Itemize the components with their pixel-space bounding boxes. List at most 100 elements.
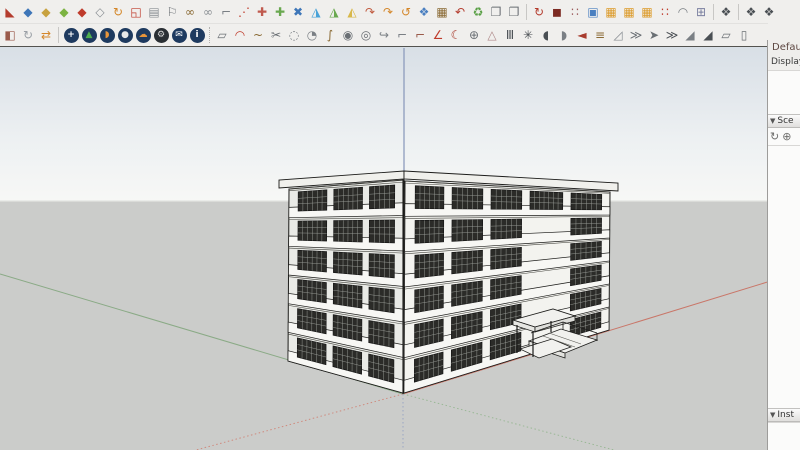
- rocks-1-icon[interactable]: ❖: [717, 1, 735, 22]
- corner-lines-icon[interactable]: ⌐: [393, 25, 411, 46]
- grid-orange-3-icon[interactable]: ▦: [638, 1, 656, 22]
- section-header-instructor[interactable]: ▼ Inst: [768, 408, 800, 422]
- arc-red-icon[interactable]: ↷: [361, 1, 379, 22]
- plane-arrow-icon[interactable]: ➤: [645, 25, 663, 46]
- ribbon-curve-icon[interactable]: ∫: [321, 25, 339, 46]
- x-blue-icon[interactable]: ✖: [289, 1, 307, 22]
- loop-orange-icon[interactable]: ↺: [397, 1, 415, 22]
- drop-green-icon[interactable]: ◮: [325, 1, 343, 22]
- add-scene-icon[interactable]: ⊕: [782, 130, 791, 143]
- recycle-green-icon[interactable]: ♻: [469, 1, 487, 22]
- angle-red-icon[interactable]: ∠: [429, 25, 447, 46]
- reload-red-icon[interactable]: ↻: [530, 1, 548, 22]
- eye-icon[interactable]: ◉: [339, 25, 357, 46]
- wire-bend-icon[interactable]: ⌐: [217, 1, 235, 22]
- plane-red-icon[interactable]: ◆: [73, 1, 91, 22]
- panel-lines-icon[interactable]: ▤: [145, 1, 163, 22]
- collapse-arrow-icon[interactable]: ▼: [770, 411, 775, 419]
- orange-swirl-icon[interactable]: ↻: [109, 1, 127, 22]
- add-circle-icon[interactable]: +: [62, 25, 80, 46]
- bird-arrow-1-icon[interactable]: ≫: [627, 25, 645, 46]
- ramp-gray-icon[interactable]: ◢: [681, 25, 699, 46]
- plus-green-icon[interactable]: ✚: [271, 1, 289, 22]
- lasso-icon[interactable]: ◌: [285, 25, 303, 46]
- crescent-red-icon[interactable]: ☾: [447, 25, 465, 46]
- undo-red-icon[interactable]: ↶: [451, 1, 469, 22]
- hook-arrow-icon[interactable]: ↪: [375, 25, 393, 46]
- toolbar-separator: [209, 27, 210, 43]
- shape-outline-icon[interactable]: ◔: [303, 25, 321, 46]
- leaf-outline-icon[interactable]: ◗: [555, 25, 573, 46]
- toolbar-separator: [738, 3, 739, 20]
- plane-green-icon[interactable]: ◆: [55, 1, 73, 22]
- globe-frame-icon[interactable]: ⊕: [465, 25, 483, 46]
- section-header-scenes[interactable]: ▼ Sce: [768, 114, 800, 128]
- feathers-icon[interactable]: ≡: [591, 25, 609, 46]
- cone-outline-icon[interactable]: △: [483, 25, 501, 46]
- grid-orange-2-icon[interactable]: ▦: [620, 1, 638, 22]
- viewport-canvas[interactable]: [0, 47, 767, 450]
- wedge-light-icon[interactable]: ◿: [609, 25, 627, 46]
- component-swap-1-icon[interactable]: ❐: [487, 1, 505, 22]
- scenes-section-label: Sce: [777, 116, 794, 126]
- plan-outline-icon[interactable]: ▱: [213, 25, 231, 46]
- scenes-list-area[interactable]: [768, 145, 800, 408]
- rocks-2-icon[interactable]: ❖: [742, 1, 760, 22]
- info-icon[interactable]: i: [188, 25, 206, 46]
- plus-red-icon[interactable]: ✚: [253, 1, 271, 22]
- arc-gray-icon[interactable]: ◠: [674, 1, 692, 22]
- mask-brown-icon[interactable]: ∞: [181, 1, 199, 22]
- toolbar-separator: [58, 27, 59, 43]
- drop-blue-icon[interactable]: ◮: [307, 1, 325, 22]
- warn-triangle-icon[interactable]: ◭: [343, 1, 361, 22]
- atoms-icon[interactable]: ∷: [566, 1, 584, 22]
- flag-icon[interactable]: ⚐: [163, 1, 181, 22]
- gears-icon[interactable]: ⚙: [152, 25, 170, 46]
- crate-brown-icon[interactable]: ▦: [433, 1, 451, 22]
- partial-tool-icon[interactable]: ◧: [1, 25, 19, 46]
- rocks-3-icon[interactable]: ❖: [760, 1, 778, 22]
- section-fill-icon[interactable]: ◱: [127, 1, 145, 22]
- update-scenes-icon[interactable]: ↻: [770, 130, 779, 143]
- bezier-red-icon[interactable]: ◠: [231, 25, 249, 46]
- binoculars-icon[interactable]: ◎: [357, 25, 375, 46]
- instructor-section-label: Inst: [777, 410, 794, 420]
- bird-arrow-2-icon[interactable]: ≫: [663, 25, 681, 46]
- poly-outline-1-icon[interactable]: ▱: [717, 25, 735, 46]
- plane-blue-icon[interactable]: ◆: [19, 1, 37, 22]
- sync-arrows-icon[interactable]: ↻: [19, 25, 37, 46]
- paint-partial-icon[interactable]: ◣: [1, 1, 19, 22]
- freehand-curve-icon[interactable]: ~: [249, 25, 267, 46]
- wire-box-icon[interactable]: ▣: [584, 1, 602, 22]
- mail-icon[interactable]: ✉: [170, 25, 188, 46]
- hand-ball-icon[interactable]: ◖: [537, 25, 555, 46]
- arc-orange-icon[interactable]: ↷: [379, 1, 397, 22]
- grid-orange-1-icon[interactable]: ▦: [602, 1, 620, 22]
- columns-icon[interactable]: Ⅲ: [501, 25, 519, 46]
- corner-red-icon[interactable]: ⌐: [411, 25, 429, 46]
- checker-sphere-icon[interactable]: ●: [116, 25, 134, 46]
- cloud-upload-icon[interactable]: ☁: [134, 25, 152, 46]
- toolbar-separator: [526, 3, 527, 20]
- flower-3d-icon[interactable]: ✳: [519, 25, 537, 46]
- move-4way-icon[interactable]: ❖: [415, 1, 433, 22]
- poly-outline-2-icon[interactable]: ▯: [735, 25, 753, 46]
- wedge-dark-icon[interactable]: ◢: [699, 25, 717, 46]
- glasses-gray-icon[interactable]: ∞: [199, 1, 217, 22]
- points-red-icon[interactable]: ∷: [656, 1, 674, 22]
- arrow-red-icon[interactable]: ◄: [573, 25, 591, 46]
- collapse-arrow-icon[interactable]: ▼: [770, 117, 775, 125]
- plane-outline-icon[interactable]: ◇: [91, 1, 109, 22]
- toolbar-separator: [713, 3, 714, 20]
- curve-dots-icon[interactable]: ⋰: [235, 1, 253, 22]
- terrain-layers-icon[interactable]: ◗: [98, 25, 116, 46]
- knife-icon[interactable]: ✂: [267, 25, 285, 46]
- box-darkred-icon[interactable]: ◼: [548, 1, 566, 22]
- component-swap-2-icon[interactable]: ❐: [505, 1, 523, 22]
- tray-title: Default: [772, 42, 800, 53]
- grid-cubes-icon[interactable]: ⊞: [692, 1, 710, 22]
- swap-arrows-icon[interactable]: ⇄: [37, 25, 55, 46]
- tree-icon[interactable]: ▲: [80, 25, 98, 46]
- plane-tan-icon[interactable]: ◆: [37, 1, 55, 22]
- viewport-3d[interactable]: [0, 47, 767, 450]
